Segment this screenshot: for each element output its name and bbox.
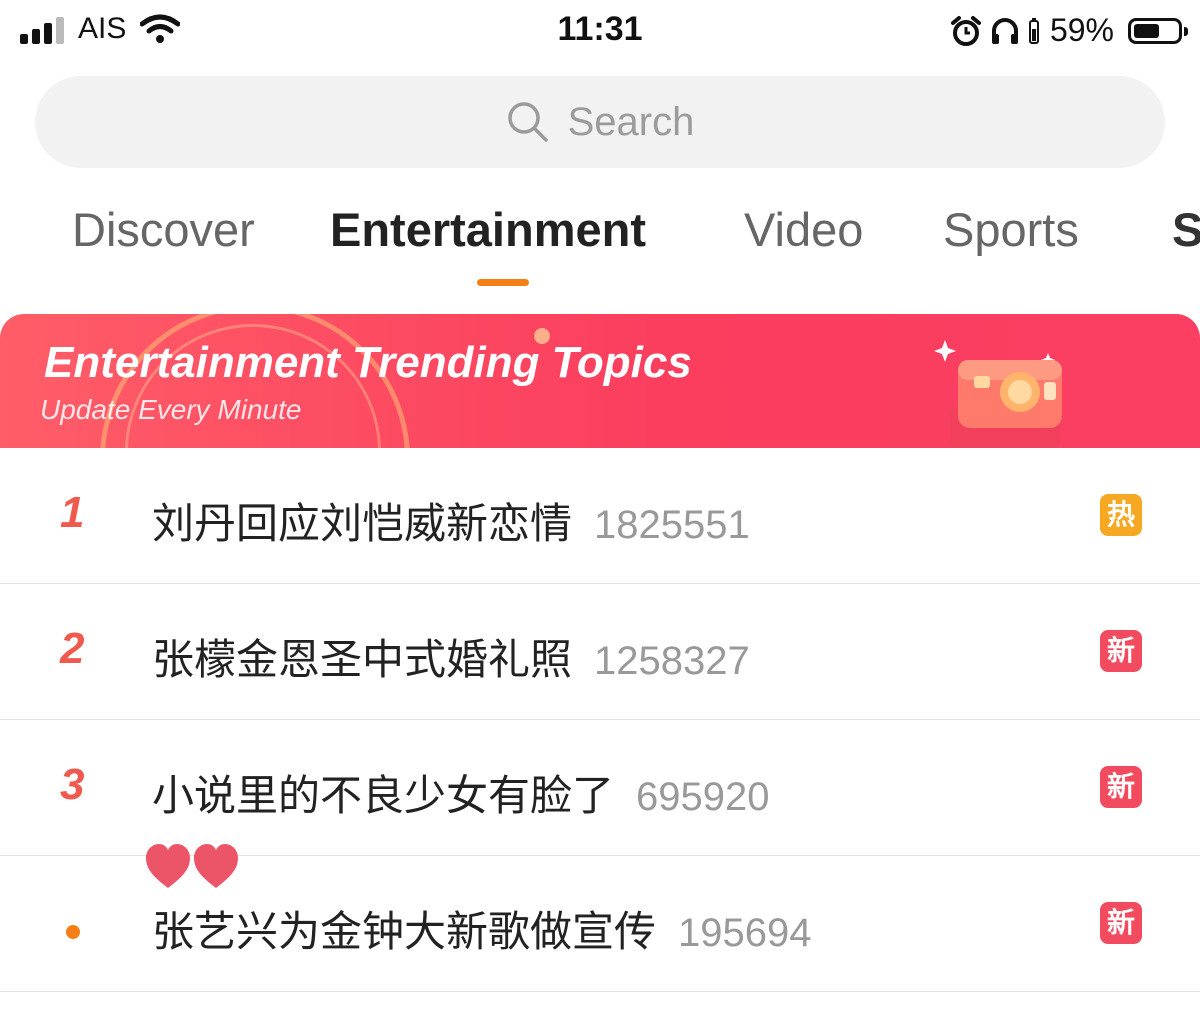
rank-number: 3 <box>60 760 85 809</box>
topic-count: 1258327 <box>594 639 750 683</box>
search-bar[interactable]: Search <box>35 76 1165 168</box>
hearts-icon <box>146 844 238 888</box>
active-tab-indicator <box>477 279 529 286</box>
hot-badge: 热 <box>1100 494 1142 536</box>
rank-number: 2 <box>60 624 85 673</box>
list-item[interactable]: 2 张檬金恩圣中式婚礼照 1258327 新 <box>0 584 1200 720</box>
tab-entertainment[interactable]: Entertainment <box>330 202 646 257</box>
topic-title: 张檬金恩圣中式婚礼照 <box>152 635 573 684</box>
topic-title: 张艺兴为金钟大新歌做宣传 <box>152 907 657 956</box>
tab-partial[interactable]: St <box>1172 202 1200 257</box>
tab-sports[interactable]: Sports <box>943 202 1079 257</box>
search-icon <box>507 102 548 142</box>
battery-percent: 59% <box>1049 12 1114 48</box>
new-badge: 新 <box>1100 630 1142 672</box>
topic-title: 小说里的不良少女有脸了 <box>152 771 615 820</box>
trending-list: 1 刘丹回应刘恺威新恋情 1825551 热 2 张檬金恩圣中式婚礼照 125832… <box>0 448 1200 992</box>
new-badge: 新 <box>1100 766 1142 808</box>
search-placeholder: Search <box>567 99 695 144</box>
new-badge: 新 <box>1100 902 1142 944</box>
alarm-icon <box>950 15 981 46</box>
bullet-dot <box>66 925 80 939</box>
battery-fill <box>1134 23 1159 38</box>
trending-banner: Entertainment Trending Topics Update Eve… <box>0 314 1200 448</box>
rank-number: 1 <box>60 488 85 537</box>
tab-bar: Discover Entertainment Video Sports St <box>0 196 1200 296</box>
banner-subtitle: Update Every Minute <box>40 394 302 425</box>
topic-count: 695920 <box>636 775 770 819</box>
tab-discover[interactable]: Discover <box>72 202 255 257</box>
list-item[interactable]: 1 刘丹回应刘恺威新恋情 1825551 热 <box>0 448 1200 584</box>
headphones-icon <box>991 17 1018 44</box>
tab-video[interactable]: Video <box>744 202 863 257</box>
topic-title: 刘丹回应刘恺威新恋情 <box>152 499 573 548</box>
topic-count: 1825551 <box>594 503 750 547</box>
headphone-battery-icon <box>1028 17 1039 44</box>
status-bar: AIS 11:31 59% <box>0 0 1200 62</box>
banner-title: Entertainment Trending Topics <box>44 338 692 387</box>
list-item[interactable]: 张艺兴为金钟大新歌做宣传 195694 新 <box>0 844 1200 992</box>
list-item[interactable]: 3 小说里的不良少女有脸了 695920 新 <box>0 720 1200 856</box>
camera-illustration-icon <box>934 340 1062 448</box>
topic-count: 195694 <box>678 911 812 955</box>
status-right: 59% <box>950 12 1188 49</box>
battery-icon <box>1128 17 1188 44</box>
